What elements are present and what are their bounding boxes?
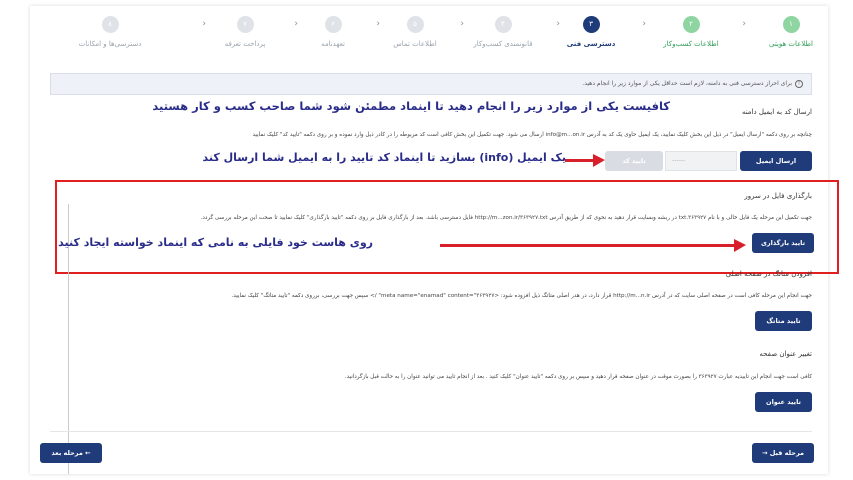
next-step-label: مرحله بعد xyxy=(51,449,83,457)
email-section-desc: چنانچه بر روی دکمه "ارسال ایمیل" در ذیل … xyxy=(252,132,812,138)
step-identity[interactable]: ۱ اطلاعات هویتی xyxy=(746,16,836,48)
verify-code-button[interactable]: تایید کد xyxy=(605,151,663,171)
arrow-left-icon: ← xyxy=(82,449,91,457)
step-number: ۸ xyxy=(101,16,119,33)
annotation-top: کافیست یکی از موارد زیر را انجام دهید تا… xyxy=(152,99,670,113)
step-label: قانونمندی کسب‌و‌کار xyxy=(473,40,533,48)
meta-section-title: افزودن متاتگ در صفحه اصلی xyxy=(725,270,812,278)
step-contact[interactable]: ۵ اطلاعات تماس xyxy=(370,16,460,48)
step-number: ۶ xyxy=(324,16,342,33)
send-email-button[interactable]: ارسال ایمیل xyxy=(740,151,812,171)
step-label: اطلاعات کسب‌و‌کار xyxy=(663,40,719,48)
arrow-icon xyxy=(565,154,605,167)
step-label: دسترسی‌ها و امکانات xyxy=(78,40,142,48)
title-section-desc: کافی است جهت انجام این تاییدیه عبارت ۳۶۳… xyxy=(344,374,812,380)
step-label: پرداخت تعرفه xyxy=(224,40,266,48)
step-payment[interactable]: ۷ پرداخت تعرفه xyxy=(200,16,290,48)
next-step-button[interactable]: مرحله بعد ← xyxy=(40,443,102,463)
file-section-desc: جهت تکمیل این مرحله یک فایل خالی و با نا… xyxy=(200,215,812,221)
annotation-email: یک ایمیل (info) بسازید تا اینماد کد تایی… xyxy=(202,151,566,164)
annotation-file: روی هاست خود فایلی به نامی که اینماد خوا… xyxy=(58,236,373,249)
step-commitment[interactable]: ۶ تعهدنامه xyxy=(288,16,378,48)
divider-line xyxy=(50,431,812,432)
arrow-icon xyxy=(440,239,746,252)
info-icon: ! xyxy=(795,79,803,88)
step-label: اطلاعات تماس xyxy=(393,40,437,48)
chevron-left-icon: ‹ xyxy=(742,19,746,29)
step-business[interactable]: ۲ اطلاعات کسب‌و‌کار xyxy=(646,16,736,48)
title-section-title: تغییر عنوان صفحه xyxy=(759,350,812,358)
step-number: ۳ xyxy=(582,16,600,33)
confirm-title-button[interactable]: تایید عنوان xyxy=(755,392,812,412)
chevron-left-icon: ‹ xyxy=(294,19,298,29)
step-access[interactable]: ۸ دسترسی‌ها و امکانات xyxy=(60,16,160,48)
file-section-title: بارگذاری فایل در سرور xyxy=(744,192,812,200)
step-number: ۴ xyxy=(494,16,512,33)
step-label: اطلاعات هویتی xyxy=(768,40,814,48)
code-input[interactable]: ------ xyxy=(665,151,737,171)
step-number: ۲ xyxy=(682,16,700,33)
email-section-title: ارسال کد به ایمیل دامنه xyxy=(741,108,812,116)
step-number: ۷ xyxy=(236,16,254,33)
stepper: ۱ اطلاعات هویتی ‹ ۲ اطلاعات کسب‌و‌کار ‹ … xyxy=(30,16,828,60)
chevron-left-icon: ‹ xyxy=(642,19,646,29)
arrow-right-icon: → xyxy=(761,449,770,457)
alert-text: برای احراز دسترسی فنی به دامنه، لازم است… xyxy=(582,80,792,87)
prev-step-label: مرحله قبل xyxy=(769,449,805,457)
highlight-box xyxy=(55,180,839,274)
info-alert: !برای احراز دسترسی فنی به دامنه، لازم اس… xyxy=(50,73,812,95)
chevron-left-icon: ‹ xyxy=(556,19,560,29)
step-label: تعهدنامه xyxy=(321,40,345,48)
meta-section-desc: جهت انجام این مرحله کافی است در صفحه اصل… xyxy=(231,293,812,299)
step-number: ۱ xyxy=(782,16,800,33)
wizard-panel: ۱ اطلاعات هویتی ‹ ۲ اطلاعات کسب‌و‌کار ‹ … xyxy=(30,6,839,474)
confirm-upload-button[interactable]: تایید بارگذاری xyxy=(752,233,814,253)
chevron-left-icon: ‹ xyxy=(202,19,206,29)
prev-step-button[interactable]: → مرحله قبل xyxy=(752,443,814,463)
confirm-meta-button[interactable]: تایید متاتگ xyxy=(755,311,812,331)
step-legal[interactable]: ۴ قانونمندی کسب‌و‌کار xyxy=(458,16,548,48)
chevron-left-icon: ‹ xyxy=(460,19,464,29)
step-label: دسترسی فنی xyxy=(566,40,616,48)
step-number: ۵ xyxy=(406,16,424,33)
